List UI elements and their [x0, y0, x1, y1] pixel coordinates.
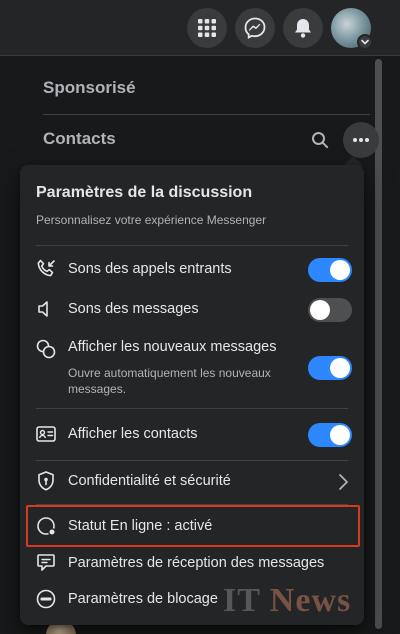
sponsored-heading: Sponsorisé — [43, 78, 136, 97]
setting-privacy-security[interactable]: Confidentialité et sécurité — [34, 469, 352, 495]
divider — [36, 408, 348, 409]
show-contacts-toggle[interactable] — [308, 423, 352, 447]
toggle-knob — [310, 300, 330, 320]
setting-show-contacts[interactable]: Afficher les contacts — [34, 422, 352, 448]
notifications-button[interactable] — [283, 8, 323, 48]
speaker-icon — [34, 297, 58, 321]
messenger-button[interactable] — [235, 8, 275, 48]
highlight-box — [26, 505, 360, 547]
setting-label: Confidentialité et sécurité — [68, 473, 231, 489]
setting-incoming-call-sounds[interactable]: Sons des appels entrants — [34, 257, 352, 283]
incoming-call-sounds-toggle[interactable] — [308, 258, 352, 282]
more-options-icon — [353, 138, 369, 142]
setting-description: Ouvre automatiquement les nouveaux messa… — [68, 366, 271, 396]
setting-message-delivery[interactable]: Paramètres de réception des messages — [34, 551, 352, 577]
show-new-messages-toggle[interactable] — [308, 356, 352, 380]
shield-lock-icon — [34, 469, 58, 493]
setting-label: Sons des appels entrants — [68, 261, 232, 277]
toggle-knob — [330, 260, 350, 280]
incoming-call-icon — [34, 257, 58, 281]
chevron-down-icon — [361, 39, 369, 45]
contacts-search-button[interactable] — [306, 126, 334, 154]
contact-card-icon — [34, 422, 58, 446]
divider — [43, 114, 370, 115]
toggle-knob — [330, 425, 350, 445]
toggle-knob — [330, 358, 350, 378]
chat-bubbles-icon — [34, 337, 58, 361]
popup-title: Paramètres de la discussion — [36, 184, 253, 201]
search-icon — [312, 132, 329, 149]
messenger-icon — [244, 17, 266, 39]
setting-label: Sons des messages — [68, 301, 199, 317]
divider — [36, 460, 348, 461]
divider — [36, 245, 348, 246]
grid-menu-icon — [198, 19, 216, 37]
popup-subtitle: Personnalisez votre expérience Messenger — [36, 213, 267, 227]
contacts-more-button[interactable] — [343, 122, 379, 158]
menu-button[interactable] — [187, 8, 227, 48]
bell-icon — [295, 19, 311, 38]
setting-label: Paramètres de réception des messages — [68, 555, 325, 571]
account-avatar[interactable] — [331, 8, 373, 50]
setting-show-new-messages[interactable]: Afficher les nouveaux messages Ouvre aut… — [34, 337, 352, 399]
setting-label: Afficher les contacts — [68, 426, 198, 442]
account-badge[interactable] — [357, 34, 373, 50]
setting-label: Afficher les nouveaux messages — [68, 339, 277, 355]
setting-label: Paramètres de blocage — [68, 591, 218, 607]
top-navigation-bar — [0, 0, 400, 56]
chevron-right-icon — [336, 472, 350, 492]
chat-settings-popup: Paramètres de la discussion Personnalise… — [20, 165, 364, 625]
contacts-heading: Contacts — [43, 129, 116, 148]
watermark-logo: IT News — [223, 582, 352, 619]
message-requests-icon — [34, 551, 58, 575]
block-icon — [34, 587, 58, 611]
message-sounds-toggle[interactable] — [308, 298, 352, 322]
setting-message-sounds[interactable]: Sons des messages — [34, 297, 352, 323]
